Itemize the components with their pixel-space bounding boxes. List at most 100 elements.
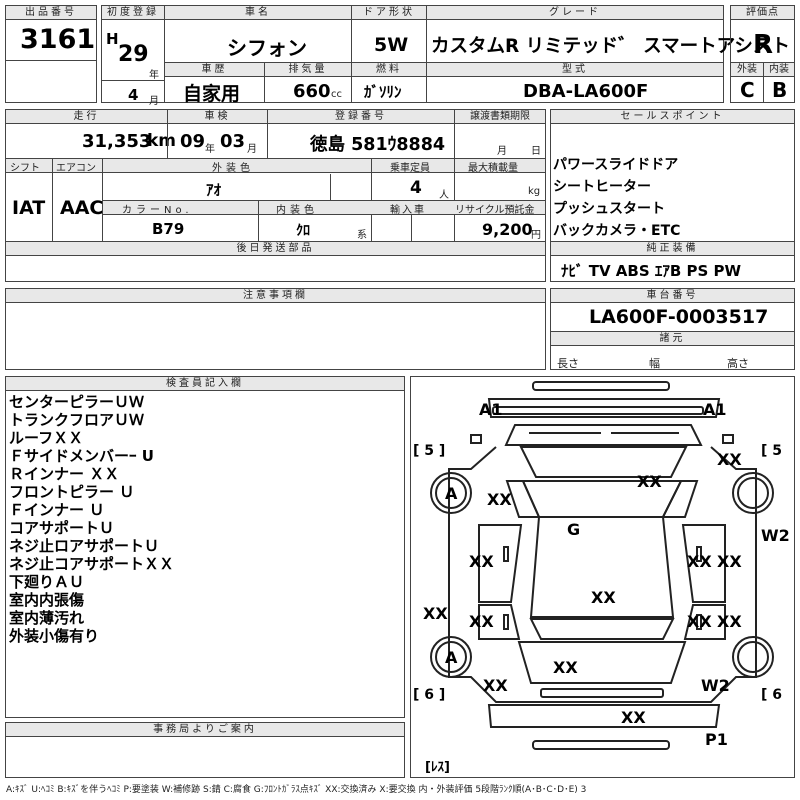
exterior-grade-cell: 外装 C [730, 62, 764, 103]
interior-grade: B [772, 78, 788, 102]
shift-label: シフト [10, 163, 40, 174]
plate-value: 徳島 581ｳ8884 [310, 135, 446, 155]
grade-cell: グレード カスタムR リミテッド゛ スマートアシスト [426, 5, 790, 63]
door-cell: ドア形状 5W [351, 5, 427, 63]
displacement-label: 排気量 [265, 63, 351, 77]
door-type: 5W [374, 34, 409, 56]
inspector-note: フロントピラー Ｕ [9, 483, 135, 501]
mark-xx-fr: XX [717, 450, 742, 469]
mark-xx-rr-door: XX [687, 612, 712, 631]
mark-xx-rl-quarter: XX [483, 676, 508, 695]
inspector-note: Ｒインナー ＸＸ [9, 465, 120, 483]
fuel-label: 燃料 [352, 63, 426, 77]
mark-xx-left-outer: XX [423, 604, 448, 623]
transfer-month: 月 [497, 146, 507, 157]
first-registration-cell: 初度登録 H 29 年 4 月 [101, 5, 165, 107]
notes-label: 注意事項欄 [6, 289, 545, 303]
registration-month: 4 [128, 86, 139, 104]
inspection-month: 03 [220, 131, 246, 152]
mark-xx-rear: XX [621, 708, 646, 727]
capacity-label: 乗車定員 [390, 163, 430, 174]
front-left-light [470, 434, 482, 444]
right-a-pillar [661, 480, 699, 518]
sales-point-label: セールスポイント [551, 110, 794, 124]
shift-value: IAT [12, 197, 46, 219]
recycle-unit: 円 [531, 230, 541, 241]
damage-diagram-cell: A1 A1 [ 5 ] [ 5 XX XX A XX G W2 XX XX XX… [410, 376, 795, 778]
mileage-value: 31,353 [82, 131, 152, 152]
equipment-label: 純正装備 [551, 242, 794, 256]
mark-xx-fl-door: XX [469, 552, 494, 571]
color-label: 外装色 [212, 163, 254, 174]
left-a-pillar [505, 480, 541, 518]
transfer-cell: 譲渡書類期限 月 日 [454, 109, 546, 159]
score-label: 評価点 [731, 6, 794, 20]
sales-item: バックカメラ・ETC [553, 223, 681, 239]
registration-year: 29 [118, 42, 149, 67]
int-color-value: ｸﾛ [296, 223, 310, 239]
front-right-light [722, 434, 734, 444]
lot-number-label: 出品番号 [6, 6, 96, 20]
inspector-note: 下廻りＡＵ [9, 573, 85, 591]
mark-p1: P1 [705, 730, 728, 749]
year-suffix: 年 [149, 70, 159, 81]
model-value: DBA-LA600F [523, 81, 649, 102]
import-label: 輸入車 [390, 205, 426, 216]
plate-cell: 登録番号 徳島 581ｳ8884 [267, 109, 455, 159]
chassis-label: 車台番号 [551, 289, 794, 303]
inspector-note: Ｆインナー Ｕ [9, 501, 105, 519]
displacement-unit: cc [331, 89, 342, 100]
office-notice-label: 事務局よりご案内 [6, 723, 404, 737]
rear-bumper [487, 704, 721, 728]
dims-width: 幅 [649, 357, 660, 370]
exterior-label: 外装 [731, 63, 763, 77]
mark-xx-hood: XX [637, 472, 662, 491]
mark-xx-roof: XX [591, 588, 616, 607]
interior-label: 内装 [764, 63, 794, 77]
inspection-cell: 車検 09 年 03 月 [167, 109, 268, 159]
equipment-value: ﾅﾋﾞ TV ABS ｴｱB PS PW [561, 262, 742, 280]
lot-number-blank [5, 60, 97, 103]
displacement-value: 660 [293, 81, 331, 102]
history-value: 自家用 [183, 83, 241, 105]
mark-six-left: [ 6 ] [413, 687, 445, 703]
inspector-note: コアサポートＵ [9, 519, 115, 537]
int-color-label: 内装色 [276, 205, 318, 216]
score-cell: 評価点 R [730, 5, 795, 63]
dims-height: 高さ [727, 357, 749, 370]
car-diagram: A1 A1 [ 5 ] [ 5 XX XX A XX G W2 XX XX XX… [413, 381, 790, 775]
load-unit: kg [528, 186, 541, 197]
legend-text: A:ｷｽﾞ U:ﾍｺﾐ B:ｷｽﾞを伴うﾍｺﾐ P:要塗装 W:補修跡 S:錆 … [6, 785, 587, 795]
mark-w2-right: W2 [761, 526, 790, 545]
displacement-cell: 排気量 660 cc [264, 62, 352, 103]
int-color-unit: 系 [357, 230, 367, 241]
fuel-value: ｶﾞｿﾘﾝ [364, 83, 402, 101]
inspector-note: センターピラーＵＷ [9, 393, 145, 411]
inspection-year-suffix: 年 [205, 144, 215, 155]
inspector-note: ネジ止コアサポートＸＸ [9, 555, 175, 573]
notes-cell: 注意事項欄 [5, 288, 546, 370]
inspector-note: トランクフロアＵＷ [9, 411, 145, 429]
exterior-grade: C [740, 78, 755, 102]
sales-item: パワースライドドア [553, 157, 679, 173]
inspector-note: ネジ止ロアサポートＵ [9, 537, 160, 555]
plate-label: 登録番号 [268, 110, 454, 124]
equipment-cell: 純正装備 ﾅﾋﾞ TV ABS ｴｱB PS PW [550, 241, 795, 282]
recycle-label: リサイクル預託金 [455, 205, 535, 216]
first-registration-label: 初度登録 [102, 6, 164, 20]
mileage-cell: 走行 31,353 km [5, 109, 176, 159]
capacity-value: 4 [410, 178, 422, 198]
later-parts-cell: 後日発送部品 [5, 241, 546, 282]
rear-glass [529, 618, 675, 640]
front-bumper-top [532, 381, 670, 391]
model-label: 型式 [427, 63, 723, 77]
mark-xx-rr-outer: XX [717, 612, 742, 631]
history-label: 車歴 [165, 63, 264, 77]
front-grille [492, 406, 704, 415]
mark-six-right: [ 6 [761, 687, 782, 703]
history-cell: 車歴 自家用 [164, 62, 265, 105]
inspection-year: 09 [180, 131, 206, 152]
inspector-note: ルーフＸＸ [9, 429, 84, 447]
car-name: シフォン [227, 36, 307, 60]
rear-bumper-inner [540, 688, 664, 698]
